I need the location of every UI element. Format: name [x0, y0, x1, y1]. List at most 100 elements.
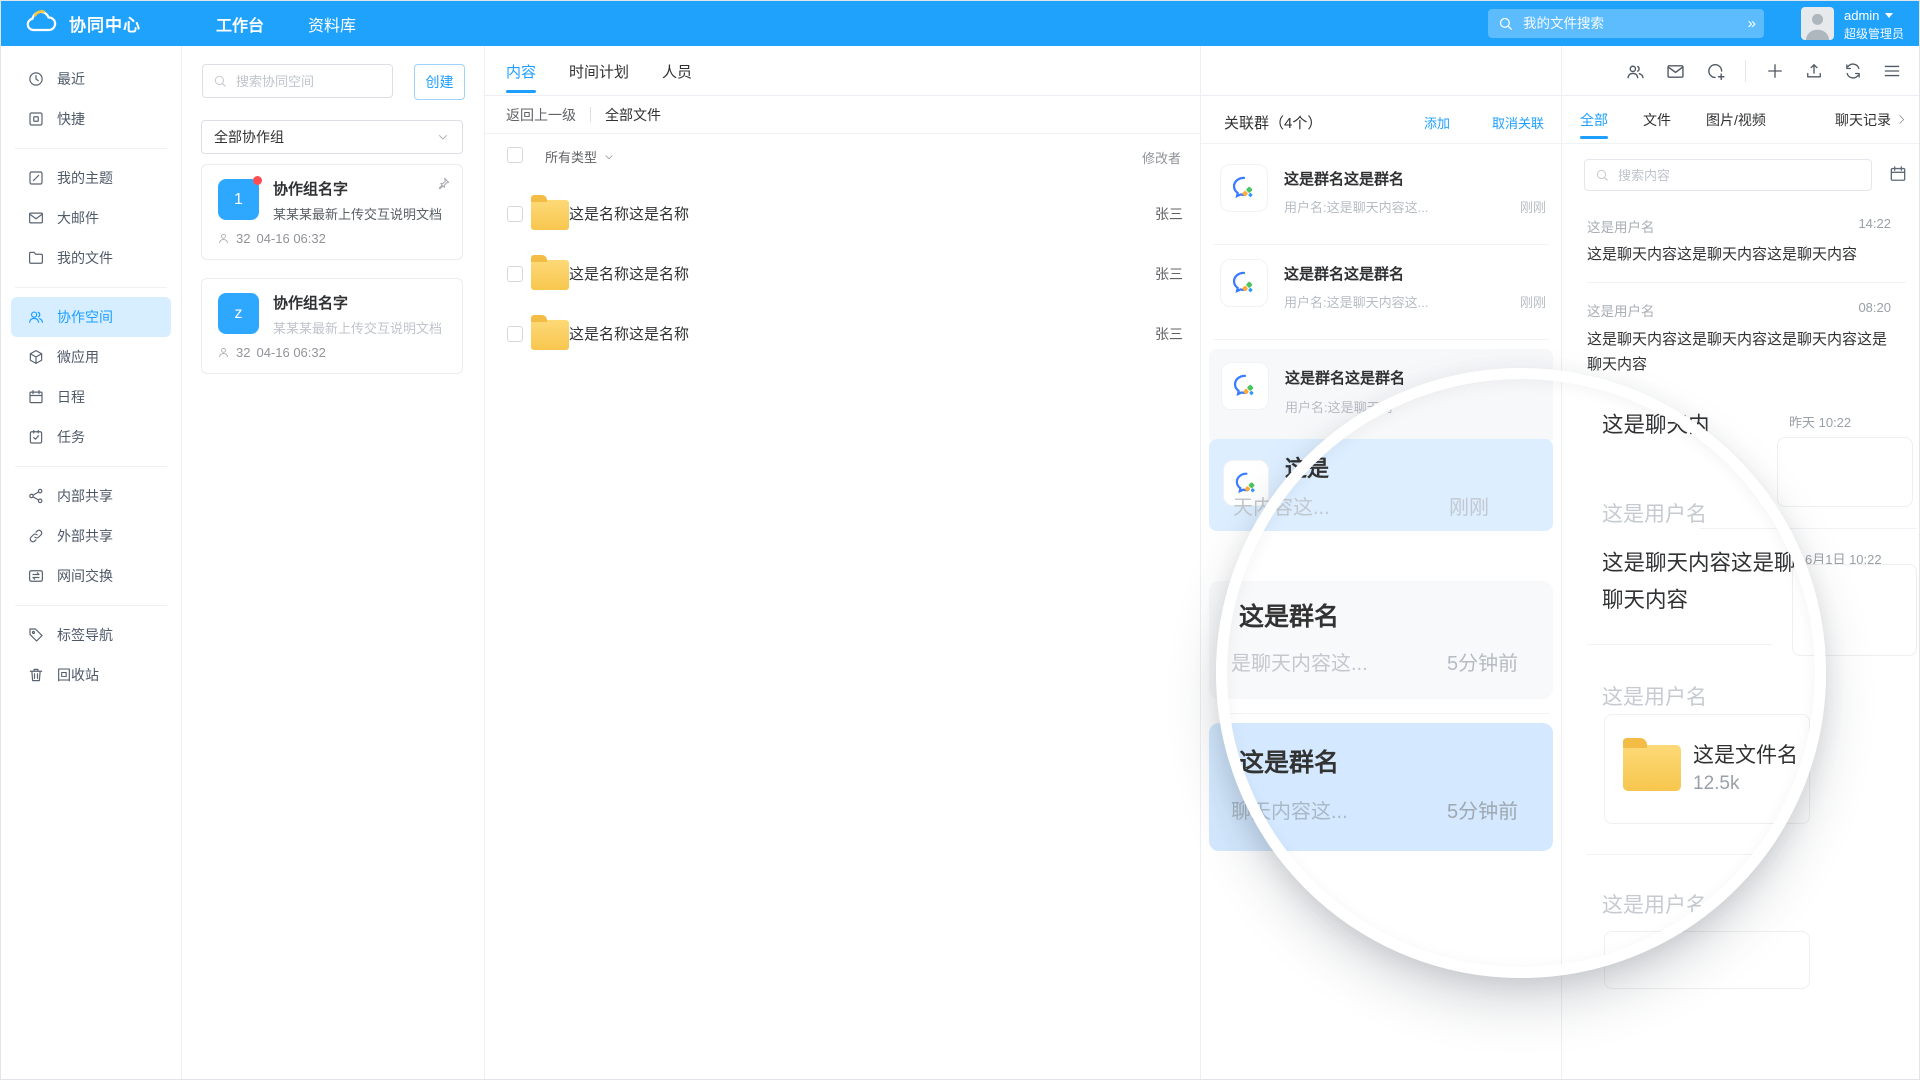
list-header-row: 所有类型 修改者 [485, 134, 1200, 178]
sidebar-item-tag-nav[interactable]: 标签导航 [1, 615, 181, 655]
lens-chat-line1: 这是聊天内容这是聊 [1602, 546, 1802, 577]
workspace-search-input[interactable] [234, 73, 382, 90]
brand: 协同中心 [23, 1, 141, 46]
row-checkbox[interactable] [507, 266, 523, 282]
sidebar-item-label: 网间交换 [57, 566, 113, 586]
file-name[interactable]: 这是名称这是名称 [569, 323, 689, 344]
sidebar-item-tasks[interactable]: 任务 [1, 417, 181, 457]
nav-workbench[interactable]: 工作台 [216, 12, 264, 36]
divider [590, 107, 591, 122]
folder-icon [1623, 745, 1681, 791]
members-icon[interactable] [1625, 61, 1646, 82]
tab-all[interactable]: 全部 [1580, 96, 1608, 144]
search-icon [1595, 168, 1609, 182]
message-time: 08:20 [1858, 300, 1891, 315]
global-search[interactable]: » [1488, 9, 1764, 38]
create-button[interactable]: 创建 [414, 64, 465, 100]
sidebar-item-collab-space[interactable]: 协作空间 [11, 297, 171, 337]
sidebar: 最近 快捷 我的主题 大邮件 我的文件 协作空间 [1, 46, 182, 1080]
select-all-checkbox[interactable] [507, 147, 523, 163]
workspace-group-card[interactable]: 1 协作组名字 某某某最新上传交互说明文档 32 04-16 06:32 [201, 164, 463, 260]
workspace-group-card[interactable]: z 协作组名字 某某某最新上传交互说明文档 32 04-16 06:32 [201, 278, 463, 374]
user-menu[interactable]: admin [1844, 8, 1893, 23]
tab-members[interactable]: 人员 [662, 46, 692, 96]
main-tab-strip: 内容 时间计划 人员 [485, 46, 1200, 96]
sidebar-item-network-exchange[interactable]: 网间交换 [1, 556, 181, 596]
main-tabs: 内容 时间计划 人员 [506, 46, 692, 96]
related-group-preview: 用户名:这是聊天内 [1285, 397, 1405, 416]
sidebar-item-label: 我的文件 [57, 248, 113, 268]
chat-search[interactable] [1584, 159, 1872, 191]
chat-search-input[interactable] [1616, 167, 1861, 184]
sidebar-item-internal-share[interactable]: 内部共享 [1, 476, 181, 516]
global-search-input[interactable] [1521, 15, 1740, 32]
calendar-filter-icon[interactable] [1888, 164, 1908, 184]
file-row[interactable]: 这是名称这是名称 张三 [485, 303, 1200, 363]
file-name[interactable]: 这是名称这是名称 [569, 263, 689, 284]
back-up-level-button[interactable]: 返回上一级 [506, 105, 576, 125]
group-filter-select[interactable]: 全部协作组 [201, 120, 463, 154]
sidebar-item-label: 回收站 [57, 665, 99, 685]
related-group-item[interactable]: 这是群名这是群名 用户名:这是聊天内容这... 刚刚 [1201, 164, 1562, 244]
nav-library[interactable]: 资料库 [308, 12, 356, 36]
related-group-item[interactable]: 这是群名这是群名 用户名:这是聊天内容这... 刚刚 [1201, 259, 1562, 339]
message-text[interactable]: 这是聊天内容这是聊天内容这是聊天内容这是聊天内容 [1587, 327, 1889, 377]
divider [15, 605, 167, 606]
sidebar-item-recycle-bin[interactable]: 回收站 [1, 655, 181, 695]
workspace-search[interactable] [202, 64, 393, 98]
tab-timeline[interactable]: 时间计划 [569, 46, 629, 96]
lens-group-card[interactable]: 这是群名 是聊天内容这... 5分钟前 [1209, 581, 1553, 699]
row-checkbox[interactable] [507, 326, 523, 342]
sidebar-item-my-topics[interactable]: 我的主题 [1, 158, 181, 198]
lens-file-card[interactable]: 这是文件名 12.5k [1604, 714, 1810, 824]
tab-chat-history[interactable]: 聊天记录 [1835, 96, 1908, 144]
member-icon [217, 346, 230, 359]
tab-content[interactable]: 内容 [506, 46, 536, 96]
sidebar-item-large-mail[interactable]: 大邮件 [1, 198, 181, 238]
sidebar-item-label: 最近 [57, 69, 85, 89]
sidebar-item-external-share[interactable]: 外部共享 [1, 516, 181, 556]
lens-file-name: 这是文件名 [1693, 739, 1798, 769]
breadcrumb-current[interactable]: 全部文件 [605, 105, 661, 125]
file-row[interactable]: 这是名称这是名称 张三 [485, 183, 1200, 243]
sidebar-item-micro-apps[interactable]: 微应用 [1, 337, 181, 377]
divider [1213, 244, 1549, 245]
refresh-icon[interactable] [1843, 61, 1863, 81]
search-submit-icon[interactable]: » [1748, 15, 1754, 32]
lens-group-time: 5分钟前 [1447, 795, 1518, 824]
sidebar-item-label: 我的主题 [57, 168, 113, 188]
lens-group-card-selected[interactable]: 这是群名 聊天内容这... 5分钟前 [1209, 723, 1553, 851]
main-panel: 内容 时间计划 人员 返回上一级 全部文件 所有类型 修改者 [485, 46, 1200, 1080]
mail-icon[interactable] [1665, 61, 1686, 82]
file-name[interactable]: 这是名称这是名称 [569, 203, 689, 224]
add-to-group-icon[interactable] [1705, 61, 1726, 82]
message-user: 这是用户名 [1587, 300, 1655, 320]
app-title: 协同中心 [69, 11, 141, 36]
unlink-group-link[interactable]: 取消关联 [1492, 113, 1544, 132]
divider [15, 148, 167, 149]
lens-chat-user: 这是用户名 [1602, 889, 1707, 919]
related-group-item-hover[interactable]: 这是群名这是群名 用户名:这是聊天内 [1209, 349, 1553, 444]
sidebar-item-recent[interactable]: 最近 [1, 59, 181, 99]
message-text[interactable]: 这是聊天内容这是聊天内容这是聊天内容 [1587, 242, 1889, 267]
related-groups-title: 关联群（4个） [1224, 112, 1322, 133]
topbar: 协同中心 工作台 资料库 » admin 超级管理员 [1, 1, 1920, 46]
related-group-time: 刚刚 [1520, 292, 1546, 311]
upload-icon[interactable] [1804, 61, 1824, 81]
row-checkbox[interactable] [507, 206, 523, 222]
tab-files[interactable]: 文件 [1643, 96, 1671, 144]
list-view-icon[interactable] [1882, 61, 1902, 81]
plus-icon[interactable] [1765, 61, 1785, 81]
type-filter-dropdown[interactable]: 所有类型 [545, 147, 615, 166]
sidebar-item-shortcuts[interactable]: 快捷 [1, 99, 181, 139]
link-icon [27, 527, 45, 545]
tab-media[interactable]: 图片/视频 [1706, 96, 1766, 144]
sidebar-item-schedule[interactable]: 日程 [1, 377, 181, 417]
chevron-down-icon [1885, 13, 1893, 18]
pin-icon[interactable] [435, 176, 451, 192]
user-avatar[interactable] [1801, 7, 1834, 40]
sidebar-item-my-files[interactable]: 我的文件 [1, 238, 181, 278]
add-group-link[interactable]: 添加 [1424, 113, 1450, 132]
file-row[interactable]: 这是名称这是名称 张三 [485, 243, 1200, 303]
related-group-item-selected[interactable]: 这是 天内容这... 刚刚 [1209, 439, 1553, 531]
